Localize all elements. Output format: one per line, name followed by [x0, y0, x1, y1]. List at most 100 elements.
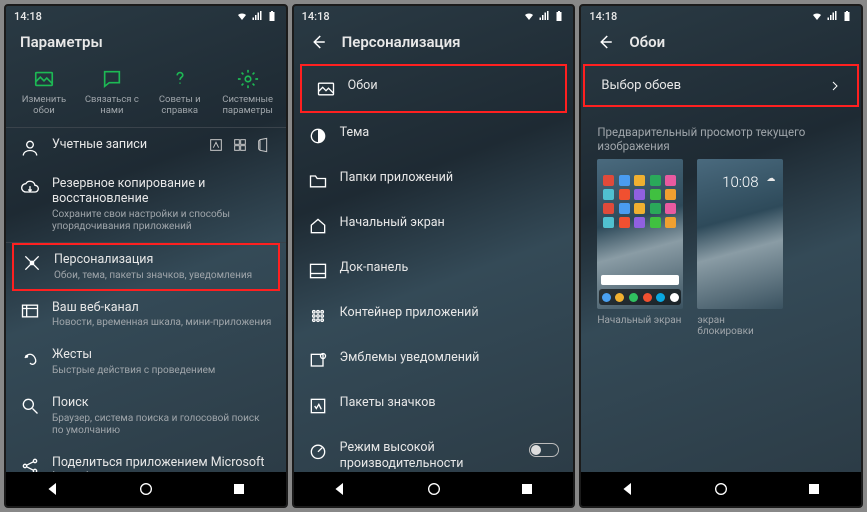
row-dock[interactable]: Док-панель — [294, 248, 574, 293]
row-wallpaper[interactable]: Обои — [300, 64, 568, 113]
row-gestures[interactable]: Жесты Быстрые действия с проведением — [6, 338, 286, 386]
nav-bar — [581, 472, 861, 506]
status-time: 14:18 — [302, 10, 330, 23]
row-personalization[interactable]: Персонализация Обои, тема, пакеты значко… — [12, 243, 280, 291]
status-bar: 14:18 — [6, 6, 286, 24]
preview-home-thumb — [597, 159, 683, 309]
preview-home[interactable]: Начальный экран — [597, 159, 683, 337]
row-label: Начальный экран — [340, 215, 560, 231]
home-icon — [308, 216, 328, 236]
nav-back[interactable] — [332, 481, 348, 497]
theme-icon — [308, 126, 328, 146]
cloud-icon — [20, 177, 40, 197]
preview-section-label: Предварительный просмотр текущего изобра… — [581, 115, 861, 159]
row-drawer[interactable]: Контейнер приложений — [294, 293, 574, 338]
grid-icon — [308, 306, 328, 326]
nav-home[interactable] — [713, 481, 729, 497]
quick-tile-wallpaper[interactable]: Изменить обои — [14, 68, 74, 117]
row-label: Режим высокой производительности — [340, 440, 518, 471]
row-label: Папки приложений — [340, 170, 560, 186]
row-backup[interactable]: Резервное копирование и восстановление С… — [6, 167, 286, 243]
share-icon — [20, 456, 40, 472]
status-bar: 14:18 — [581, 6, 861, 24]
preview-caption: Начальный экран — [597, 315, 683, 326]
nav-home[interactable] — [138, 481, 154, 497]
account-provider-icons — [208, 137, 272, 153]
row-performance[interactable]: Режим высокой производительности Отключи… — [294, 428, 574, 472]
row-label: Учетные записи — [52, 137, 196, 153]
titlebar: Обои — [581, 24, 861, 60]
quick-tile-help[interactable]: Советы и справка — [150, 68, 210, 117]
row-sublabel: Быстрые действия с проведением — [52, 365, 272, 377]
content: Обои Тема Папки приложений Начальный экр… — [294, 60, 574, 472]
battery-icon — [841, 10, 853, 22]
nav-home[interactable] — [426, 481, 442, 497]
content: Изменить обои Связаться с нами Советы и … — [6, 60, 286, 472]
row-sublabel: Браузер, система поиска и голосовой поис… — [52, 413, 272, 437]
folder-icon — [308, 171, 328, 191]
row-feed[interactable]: Ваш веб-канал Новости, временная шкала, … — [6, 291, 286, 339]
quick-tile-system[interactable]: Системные параметры — [218, 68, 278, 117]
row-label: Резервное копирование и восстановление — [52, 176, 272, 207]
page-title: Персонализация — [342, 33, 461, 51]
dock-mini — [599, 289, 681, 305]
palette-icon — [22, 253, 42, 273]
row-label: Тема — [340, 125, 560, 141]
nav-recent[interactable] — [231, 481, 247, 497]
back-button[interactable] — [308, 32, 328, 52]
help-icon — [169, 68, 191, 90]
battery-icon — [266, 10, 278, 22]
screen-wallpaper: 14:18 Обои Выбор обоев Предварительный п… — [579, 4, 863, 508]
row-label: Выбор обоев — [601, 78, 681, 93]
row-share[interactable]: Поделиться приложением Microsoft Launche… — [6, 446, 286, 472]
office-icon — [256, 137, 272, 153]
back-button[interactable] — [595, 32, 615, 52]
dock-icon — [308, 261, 328, 281]
nav-bar — [294, 472, 574, 506]
battery-icon — [553, 10, 565, 22]
status-time: 14:18 — [14, 10, 42, 23]
quick-tile-label: Советы и справка — [150, 95, 210, 117]
preview-lock-thumb: 10:08 ☁ — [697, 159, 783, 309]
status-icons — [811, 10, 853, 22]
nav-back[interactable] — [620, 481, 636, 497]
person-icon — [20, 138, 40, 158]
gear-icon — [237, 68, 259, 90]
microsoft-icon — [232, 137, 248, 153]
row-label: Поделиться приложением Microsoft Launche… — [52, 455, 272, 472]
nav-back[interactable] — [45, 481, 61, 497]
search-bar-mini — [601, 275, 679, 285]
status-time: 14:18 — [589, 10, 617, 23]
row-label: Контейнер приложений — [340, 305, 560, 321]
quick-tiles: Изменить обои Связаться с нами Советы и … — [6, 60, 286, 128]
row-accounts[interactable]: Учетные записи — [6, 128, 286, 167]
badge-icon — [308, 351, 328, 371]
image-icon — [316, 79, 336, 99]
row-iconpacks[interactable]: Пакеты значков — [294, 383, 574, 428]
page-title: Параметры — [20, 33, 103, 51]
preview-lock[interactable]: 10:08 ☁ экран блокировки — [697, 159, 783, 337]
row-select-wallpaper[interactable]: Выбор обоев — [583, 64, 859, 107]
wifi-icon — [523, 10, 535, 22]
row-home[interactable]: Начальный экран — [294, 203, 574, 248]
row-folders[interactable]: Папки приложений — [294, 158, 574, 203]
row-sublabel: Новости, временная шкала, мини-приложени… — [52, 317, 272, 329]
row-search[interactable]: Поиск Браузер, система поиска и голосово… — [6, 386, 286, 446]
quick-tile-contact[interactable]: Связаться с нами — [82, 68, 142, 117]
weather-icon: ☁ — [766, 174, 775, 184]
row-theme[interactable]: Тема — [294, 113, 574, 158]
row-badges[interactable]: Эмблемы уведомлений — [294, 338, 574, 383]
nav-bar — [6, 472, 286, 506]
row-sublabel: Сохраните свои настройки и способы упоря… — [52, 209, 272, 233]
image-icon — [33, 68, 55, 90]
titlebar: Параметры — [6, 24, 286, 60]
content: Выбор обоев Предварительный просмотр тек… — [581, 60, 861, 472]
nav-recent[interactable] — [519, 481, 535, 497]
nav-recent[interactable] — [806, 481, 822, 497]
chat-icon — [101, 68, 123, 90]
row-sublabel: Обои, тема, пакеты значков, уведомления — [54, 270, 270, 282]
performance-toggle[interactable] — [529, 443, 559, 457]
status-bar: 14:18 — [294, 6, 574, 24]
wunderlist-icon — [208, 137, 224, 153]
row-label: Эмблемы уведомлений — [340, 350, 560, 366]
